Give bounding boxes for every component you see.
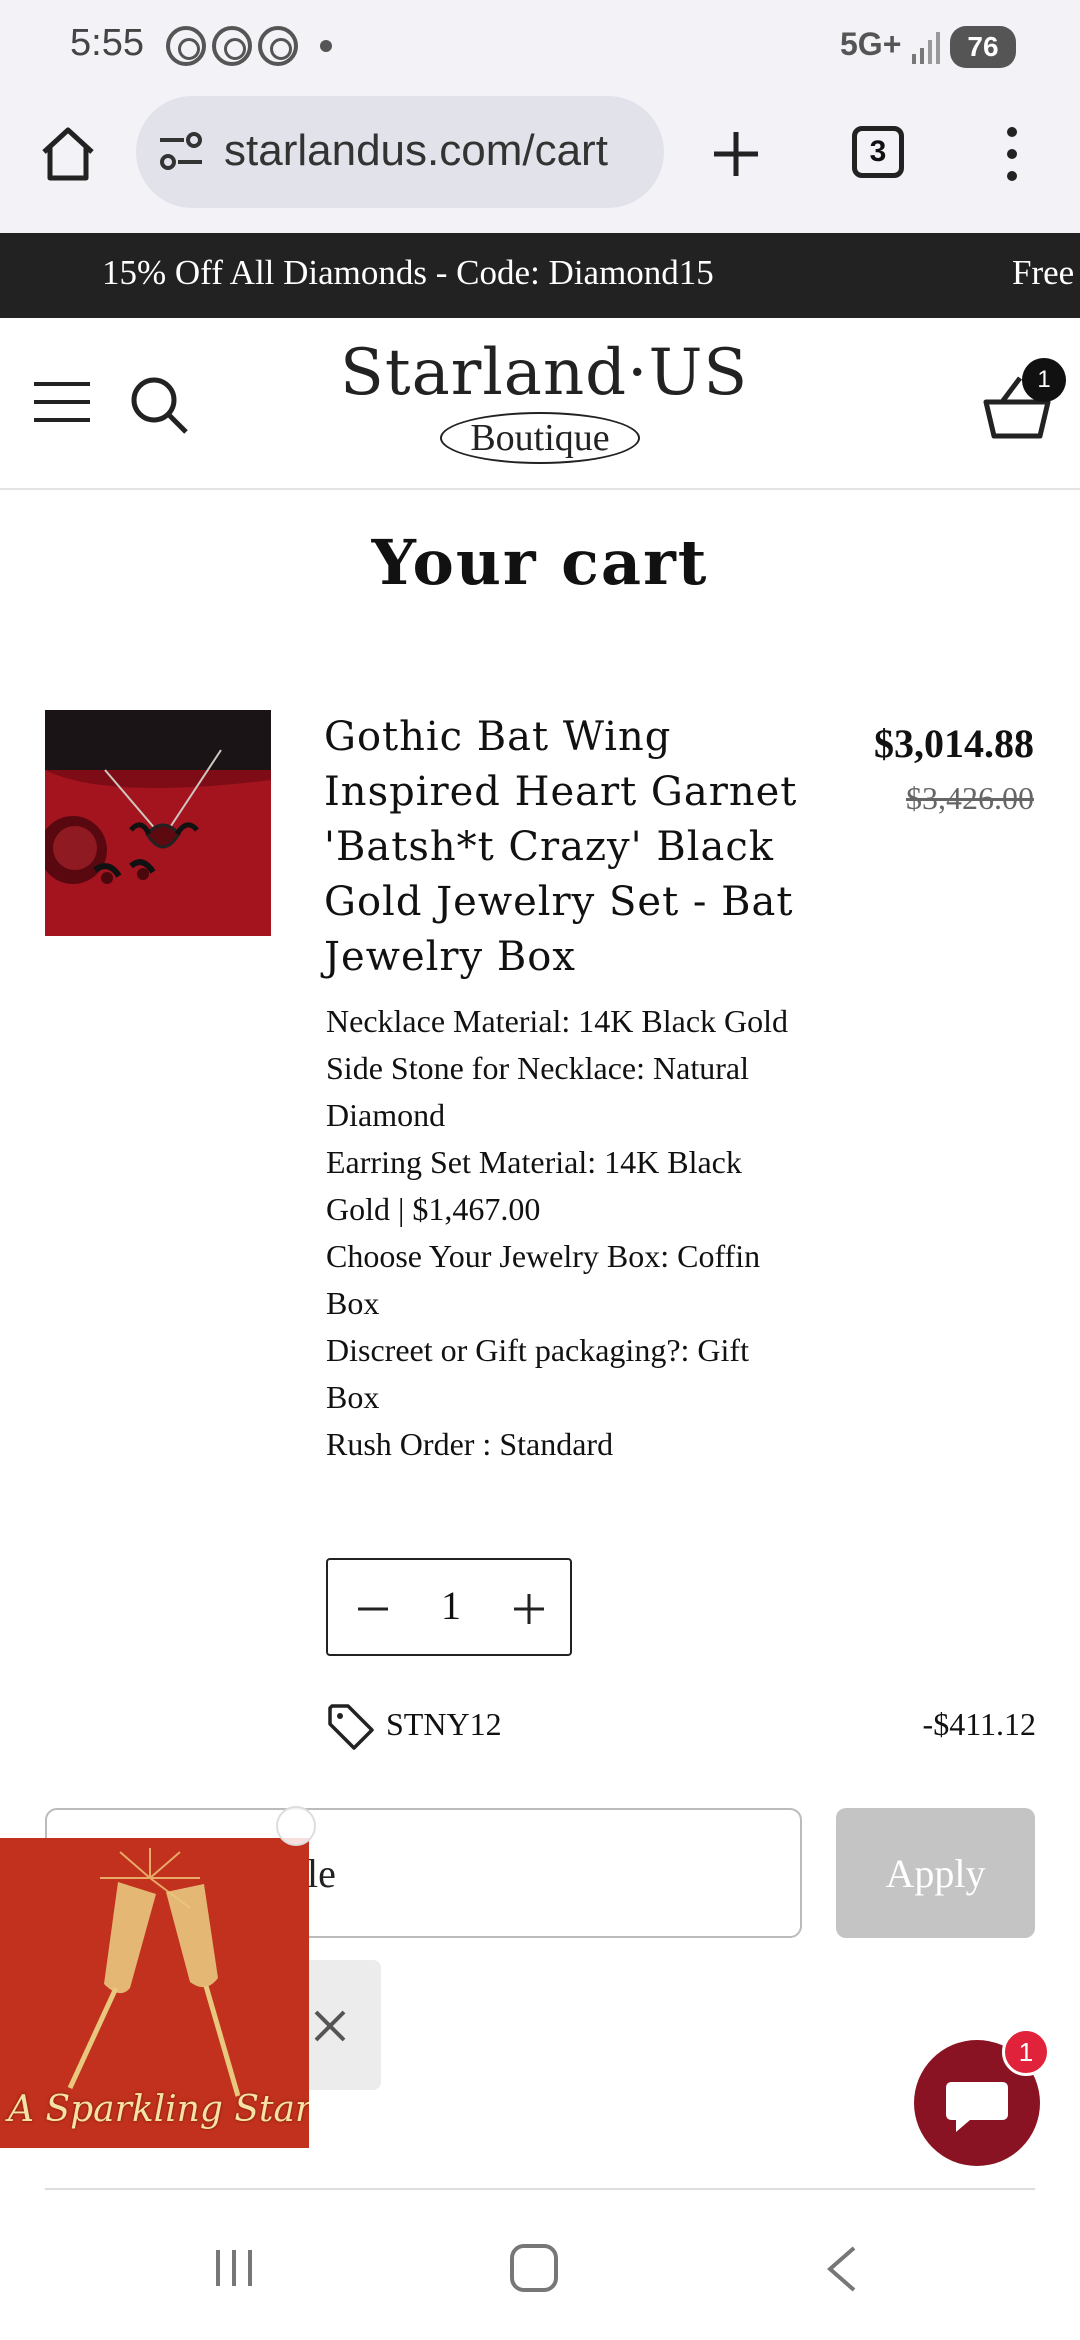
minus-icon[interactable] [348,1584,398,1634]
system-nav-bar [0,2190,1080,2340]
back-icon[interactable] [822,2244,862,2294]
promo-popup[interactable]: A Sparkling Start [0,1838,309,2148]
option-line: Side Stone for Necklace: Natural Diamond [326,1050,749,1133]
discount-code: STNY12 [386,1706,502,1742]
announcement-bar: 15% Off All Diamonds - Code: Diamond15 F… [0,233,1080,318]
quantity-stepper: 1 [326,1558,572,1656]
logo-wordmark: Starland·US [340,336,749,410]
notification-icons [166,26,332,66]
cart-count-badge: 1 [1022,358,1066,402]
option-line: Choose Your Jewelry Box: Coffin Box [326,1238,761,1321]
page-title: Your cart [371,526,709,599]
site-header: Starland·US Boutique 1 [0,318,1080,490]
tab-switcher-button[interactable]: 3 [852,126,904,178]
product-photo [45,710,271,936]
original-price: $3,426.00 [906,780,1034,816]
close-icon[interactable] [310,2006,350,2046]
discount-amount: -$411.12 [922,1706,1036,1742]
hamburger-menu-icon[interactable] [34,380,90,424]
option-line: Earring Set Material: 14K Black Gold | $… [326,1144,742,1227]
product-title[interactable]: Gothic Bat Wing Inspired Heart Garnet 'B… [324,710,824,985]
recent-apps-icon[interactable] [212,2246,256,2290]
new-tab-icon[interactable] [706,124,766,184]
status-time: 5:55 [70,22,144,64]
popup-caption: A Sparkling Start [8,2089,309,2130]
notification-ring-icon [166,26,206,66]
address-bar[interactable]: starlandus.com/cart [136,96,664,208]
status-bar: 5:55 5G+ 76 [0,0,1080,96]
popup-close-button[interactable] [276,1806,316,1846]
more-notifications-dot-icon [320,40,332,52]
applied-discount-row: STNY12 -$411.12 [326,1700,1036,1756]
url-text: starlandus.com/cart [224,126,608,175]
product-options: Necklace Material: 14K Black Gold Side S… [326,998,806,1468]
notification-ring-icon [258,26,298,66]
option-line: Rush Order : Standard [326,1426,614,1462]
home-nav-icon[interactable] [510,2244,558,2292]
search-icon[interactable] [128,374,190,436]
announcement-text[interactable]: 15% Off All Diamonds - Code: Diamond15 [102,253,714,293]
tag-icon [328,1704,374,1750]
option-line: Discreet or Gift packaging?: Gift Box [326,1332,749,1415]
product-image[interactable] [45,710,271,936]
site-settings-icon[interactable] [158,130,204,172]
logo-subtitle: Boutique [440,412,640,464]
option-line: Necklace Material: 14K Black Gold [326,1003,789,1039]
notification-ring-icon [212,26,252,66]
signal-icon [912,32,940,64]
network-type: 5G+ [840,26,902,62]
apply-button[interactable]: Apply [836,1808,1035,1938]
plus-icon[interactable] [504,1584,554,1634]
chat-unread-badge: 1 [1002,2028,1050,2076]
sale-price: $3,014.88 [874,721,1034,766]
announcement-text-next[interactable]: Free [1012,253,1074,293]
battery-indicator: 76 [950,26,1016,68]
site-logo[interactable]: Starland·US Boutique [340,336,749,486]
home-icon[interactable] [38,124,98,184]
more-menu-icon[interactable] [1000,126,1024,182]
browser-toolbar: starlandus.com/cart 3 [0,96,1080,233]
